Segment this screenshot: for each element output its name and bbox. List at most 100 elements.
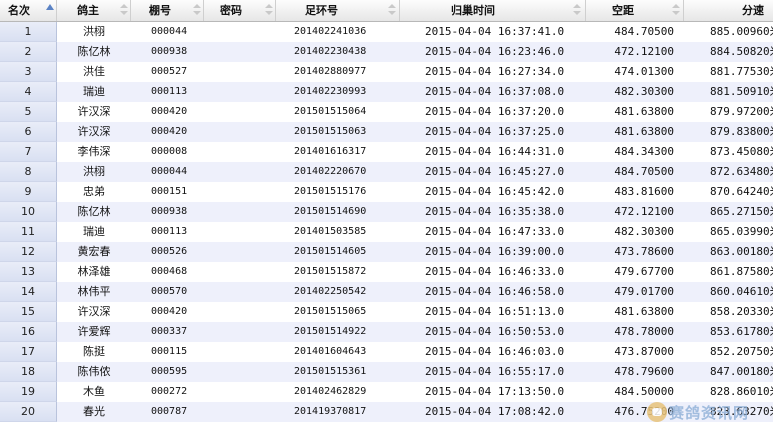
cell-ring: 201501515064: [294, 106, 367, 117]
sort-icon: [120, 4, 128, 16]
table-row[interactable]: 1 洪栩 000044 201402241036 2015-04-04 16:37:41…: [0, 22, 773, 42]
cell-time: 2015-04-04 16:46:03.0: [425, 345, 565, 358]
sort-icon: [265, 4, 273, 16]
header-time[interactable]: 归巢时间: [400, 0, 586, 21]
table-row[interactable]: 4 瑞迪 000113 201402230993 2015-04-04 16:37:08…: [0, 82, 773, 102]
cell-time: 2015-04-04 16:51:13.0: [425, 305, 565, 318]
cell-ring: 201501515063: [294, 126, 367, 137]
cell-password: [204, 342, 276, 362]
cell-shed: 000337: [151, 326, 188, 337]
table-row[interactable]: 10 陈亿林 000938 201501514690 2015-04-04 16:35:…: [0, 202, 773, 222]
cell-owner: 洪栩: [83, 25, 105, 38]
cell-speed: 828.86010米: [710, 385, 773, 398]
cell-distance: 478.79600: [614, 365, 674, 378]
cell-shed: 000527: [151, 66, 188, 77]
cell-rank: 16: [0, 322, 57, 342]
cell-rank: 5: [0, 102, 57, 122]
cell-shed: 000008: [151, 146, 188, 157]
cell-distance: 482.30300: [614, 85, 674, 98]
table-row[interactable]: 14 林伟平 000570 201402250542 2015-04-04 16:46:…: [0, 282, 773, 302]
cell-rank: 6: [0, 122, 57, 142]
table-row[interactable]: 12 黄宏春 000526 201501514605 2015-04-04 16:39:…: [0, 242, 773, 262]
header-speed-label: 分速: [742, 4, 764, 17]
cell-speed: 881.77530米: [710, 65, 773, 78]
cell-password: [204, 122, 276, 142]
table-row[interactable]: 7 李伟深 000008 201401616317 2015-04-04 16:44:3…: [0, 142, 773, 162]
cell-rank: 15: [0, 302, 57, 322]
cell-shed: 000115: [151, 346, 188, 357]
header-rank[interactable]: 名次: [0, 0, 57, 21]
table-row[interactable]: 6 许汉深 000420 201501515063 2015-04-04 16:37:2…: [0, 122, 773, 142]
cell-ring: 201401616317: [294, 146, 367, 157]
cell-shed: 000044: [151, 166, 188, 177]
table-row[interactable]: 15 许汉深 000420 201501515065 2015-04-04 16:51:…: [0, 302, 773, 322]
cell-password: [204, 362, 276, 382]
cell-password: [204, 262, 276, 282]
cell-distance: 473.78600: [614, 245, 674, 258]
table-row[interactable]: 19 木鱼 000272 201402462829 2015-04-04 17:13:5…: [0, 382, 773, 402]
cell-password: [204, 162, 276, 182]
cell-time: 2015-04-04 16:35:38.0: [425, 205, 565, 218]
cell-ring: 201402241036: [294, 26, 367, 37]
table-row[interactable]: 2 陈亿林 000938 201402230438 2015-04-04 16:23:4…: [0, 42, 773, 62]
cell-shed: 000595: [151, 366, 188, 377]
cell-rank: 3: [0, 62, 57, 82]
cell-owner: 李伟深: [77, 145, 111, 158]
cell-password: [204, 322, 276, 342]
table-row[interactable]: 16 许爱辉 000337 201501514922 2015-04-04 16:50:…: [0, 322, 773, 342]
cell-shed: 000151: [151, 186, 188, 197]
cell-rank: 9: [0, 182, 57, 202]
cell-owner: 林泽雄: [77, 265, 111, 278]
cell-speed: 852.20750米: [710, 345, 773, 358]
cell-password: [204, 402, 276, 422]
cell-speed: 847.00180米: [710, 365, 773, 378]
cell-rank: 8: [0, 162, 57, 182]
header-distance[interactable]: 空距: [586, 0, 684, 21]
table-row[interactable]: 8 洪栩 000044 201402220670 2015-04-04 16:45:27…: [0, 162, 773, 182]
cell-owner: 黄宏春: [77, 245, 111, 258]
cell-distance: 474.01300: [614, 65, 674, 78]
sort-icon: [193, 4, 201, 16]
cell-rank: 18: [0, 362, 57, 382]
cell-speed: 873.45080米: [710, 145, 773, 158]
cell-shed: 000420: [151, 106, 188, 117]
header-owner[interactable]: 鸽主: [57, 0, 131, 21]
table-row[interactable]: 13 林泽雄 000468 201501515872 2015-04-04 16:46:…: [0, 262, 773, 282]
header-password[interactable]: 密码: [204, 0, 276, 21]
cell-rank: 19: [0, 382, 57, 402]
table-row[interactable]: 17 陈挺 000115 201401604643 2015-04-04 16:46:0…: [0, 342, 773, 362]
cell-ring: 201402880977: [294, 66, 367, 77]
table-row[interactable]: 5 许汉深 000420 201501515064 2015-04-04 16:37:2…: [0, 102, 773, 122]
table-row[interactable]: 3 洪佳 000527 201402880977 2015-04-04 16:27:34…: [0, 62, 773, 82]
cell-password: [204, 62, 276, 82]
cell-owner: 许汉深: [77, 305, 111, 318]
cell-password: [204, 42, 276, 62]
header-ring[interactable]: 足环号: [276, 0, 400, 21]
table-row[interactable]: 11 瑞迪 000113 201401503585 2015-04-04 16:47:3…: [0, 222, 773, 242]
table-row[interactable]: 9 忠弟 000151 201501515176 2015-04-04 16:45:42…: [0, 182, 773, 202]
table-row[interactable]: 18 陈伟侬 000595 201501515361 2015-04-04 16:55:…: [0, 362, 773, 382]
header-shed-label: 棚号: [149, 4, 171, 17]
header-speed[interactable]: 分速: [684, 0, 773, 21]
cell-rank: 17: [0, 342, 57, 362]
cell-shed: 000570: [151, 286, 188, 297]
cell-owner: 许汉深: [77, 125, 111, 138]
sort-ascending-icon: [46, 4, 54, 16]
cell-shed: 000420: [151, 306, 188, 317]
cell-speed: 881.50910米: [710, 85, 773, 98]
cell-shed: 000272: [151, 386, 188, 397]
header-time-label: 归巢时间: [451, 4, 495, 17]
cell-distance: 482.30300: [614, 225, 674, 238]
header-distance-label: 空距: [612, 4, 634, 17]
cell-shed: 000787: [151, 406, 188, 417]
cell-owner: 洪佳: [83, 65, 105, 78]
header-rank-label: 名次: [8, 4, 30, 17]
cell-speed: 861.87580米: [710, 265, 773, 278]
cell-password: [204, 382, 276, 402]
cell-ring: 201402230993: [294, 86, 367, 97]
header-shed[interactable]: 棚号: [131, 0, 204, 21]
cell-owner: 许爱辉: [77, 325, 111, 338]
cell-speed: 863.00180米: [710, 245, 773, 258]
grid-header: 名次 鸽主 棚号 密码 足环号 归巢时间 空距 分速: [0, 0, 773, 22]
cell-time: 2015-04-04 16:37:25.0: [425, 125, 565, 138]
